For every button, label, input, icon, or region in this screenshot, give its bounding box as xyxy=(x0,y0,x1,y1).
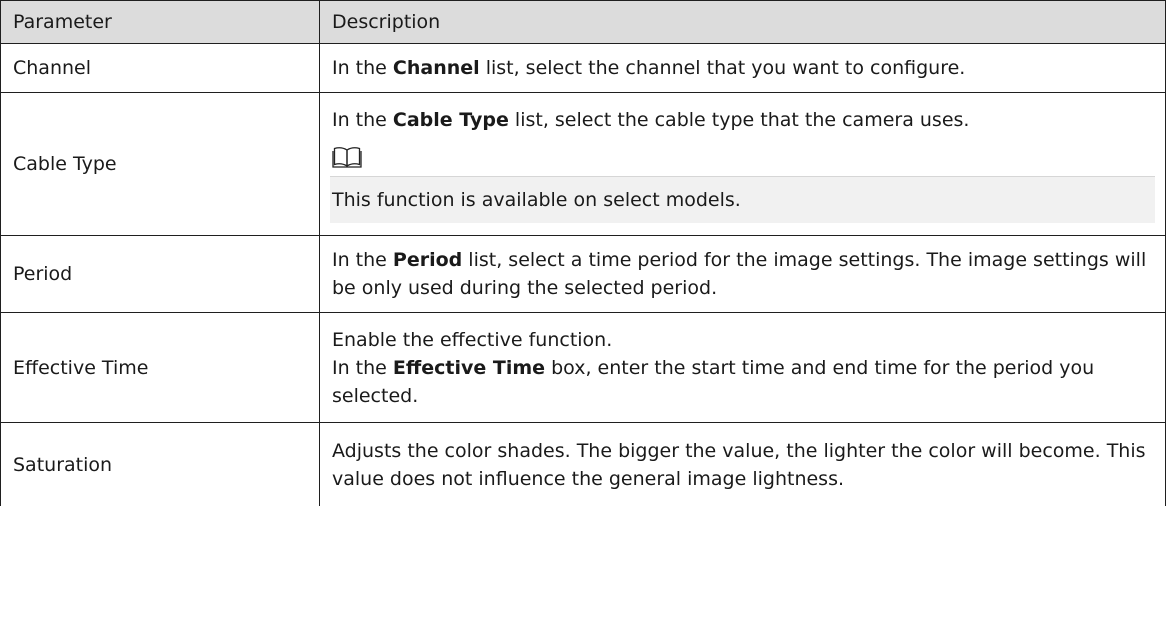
book-icon xyxy=(332,146,362,168)
table-row-channel: Channel In the Channel list, select the … xyxy=(0,43,1166,93)
parameter-table: Parameter Description Channel In the Cha… xyxy=(0,0,1166,506)
desc-text: In the xyxy=(332,108,393,131)
param-name-saturation: Saturation xyxy=(0,422,320,506)
desc-text: In the xyxy=(332,57,393,79)
desc-line: In the Effective Time box, enter the sta… xyxy=(332,354,1151,410)
param-desc-channel: In the Channel list, select the channel … xyxy=(319,43,1166,93)
table-header-row: Parameter Description xyxy=(0,0,1166,44)
table-row-period: Period In the Period list, select a time… xyxy=(0,235,1166,313)
keyword: Channel xyxy=(392,57,480,79)
desc-line: Adjusts the color shades. The bigger the… xyxy=(332,439,1146,490)
desc-text: In the xyxy=(332,356,393,379)
header-description: Description xyxy=(319,0,1166,44)
param-name-channel: Channel xyxy=(0,43,320,93)
desc-line: In the Cable Type list, select the cable… xyxy=(332,106,1151,134)
table-row-effective-time: Effective Time Enable the effective func… xyxy=(0,312,1166,423)
note-box: This function is available on select mod… xyxy=(330,175,1155,223)
param-name-period: Period xyxy=(0,235,320,313)
param-name-effective-time: Effective Time xyxy=(0,312,320,423)
desc-text: list, select the cable type that the cam… xyxy=(508,108,970,131)
param-desc-period: In the Period list, select a time period… xyxy=(319,235,1166,313)
desc-line: Enable the effective function. xyxy=(332,328,613,351)
desc-text: list, select the channel that you want t… xyxy=(479,57,966,79)
keyword: Cable Type xyxy=(392,108,509,131)
keyword: Effective Time xyxy=(392,356,546,379)
note-text: This function is available on select mod… xyxy=(332,188,741,211)
param-desc-effective-time: Enable the effective function. In the Ef… xyxy=(319,312,1166,423)
param-desc-saturation: Adjusts the color shades. The bigger the… xyxy=(319,422,1166,506)
param-name-cable-type: Cable Type xyxy=(0,92,320,236)
desc-text: In the xyxy=(332,249,393,271)
desc-line: In the Channel list, select the channel … xyxy=(332,54,1151,82)
desc-line: In the Period list, select a time period… xyxy=(332,246,1151,302)
header-parameter: Parameter xyxy=(0,0,320,44)
keyword: Period xyxy=(392,249,463,271)
param-desc-cable-type: In the Cable Type list, select the cable… xyxy=(319,92,1166,236)
table-row-cable-type: Cable Type In the Cable Type list, selec… xyxy=(0,92,1166,236)
table-row-saturation: Saturation Adjusts the color shades. The… xyxy=(0,422,1166,506)
